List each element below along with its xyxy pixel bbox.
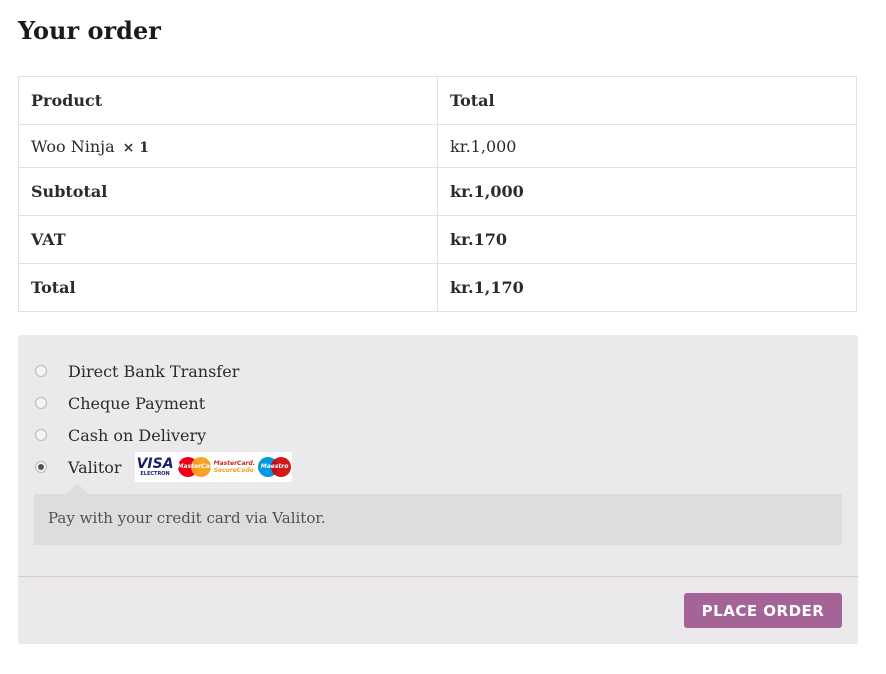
product-name: Woo Ninja [31,136,115,156]
payment-method-label[interactable]: Cheque Payment [68,394,205,413]
payment-method-cod[interactable]: Cash on Delivery [34,419,292,451]
page-title: Your order [18,16,161,45]
radio-cod[interactable] [35,429,47,441]
order-total-row: Total kr.1,170 [18,263,857,312]
total-column-header: Total [437,76,857,125]
payment-methods-list: Direct Bank Transfer Cheque Payment Cash… [34,355,292,483]
radio-valitor[interactable] [35,461,47,473]
product-quantity: × 1 [122,139,149,156]
visa-electron-logo-icon: VISA ELECTRON [136,456,174,477]
subtotal-label: Subtotal [18,167,438,216]
payment-method-bank-transfer[interactable]: Direct Bank Transfer [34,355,292,387]
payment-method-label[interactable]: Valitor [68,458,122,477]
payment-method-cheque[interactable]: Cheque Payment [34,387,292,419]
vat-value: kr.170 [437,215,857,264]
payment-method-label[interactable]: Cash on Delivery [68,426,206,445]
place-order-button[interactable]: PLACE ORDER [684,593,842,628]
payment-section: Direct Bank Transfer Cheque Payment Cash… [18,335,858,644]
payment-method-description: Pay with your credit card via Valitor. [34,483,842,545]
order-total-value: kr.1,170 [437,263,857,312]
mastercard-logo-icon: MasterCard [177,457,217,477]
payment-method-label[interactable]: Direct Bank Transfer [68,362,239,381]
maestro-logo-icon: Maestro [257,457,291,477]
product-column-header: Product [18,76,438,125]
mastercard-securecode-logo-icon: MasterCard. SecureCode [213,460,256,474]
subtotal-value: kr.1,000 [437,167,857,216]
order-total-label: Total [18,263,438,312]
product-total: kr.1,000 [437,124,857,168]
subtotal-row: Subtotal kr.1,000 [18,167,857,216]
vat-row: VAT kr.170 [18,215,857,264]
radio-bank-transfer[interactable] [35,365,47,377]
product-cell: Woo Ninja × 1 [18,124,438,168]
cart-item-row: Woo Ninja × 1 kr.1,000 [18,124,857,168]
radio-cheque[interactable] [35,397,47,409]
table-header-row: Product Total [18,76,857,125]
order-review-table: Product Total Woo Ninja × 1 kr.1,000 Subt… [18,76,857,312]
divider [18,576,858,577]
vat-label: VAT [18,215,438,264]
card-logos: VISA ELECTRON MasterCard MasterCard. Sec… [134,452,292,482]
payment-method-valitor[interactable]: Valitor VISA ELECTRON MasterCard MasterC… [34,451,292,483]
